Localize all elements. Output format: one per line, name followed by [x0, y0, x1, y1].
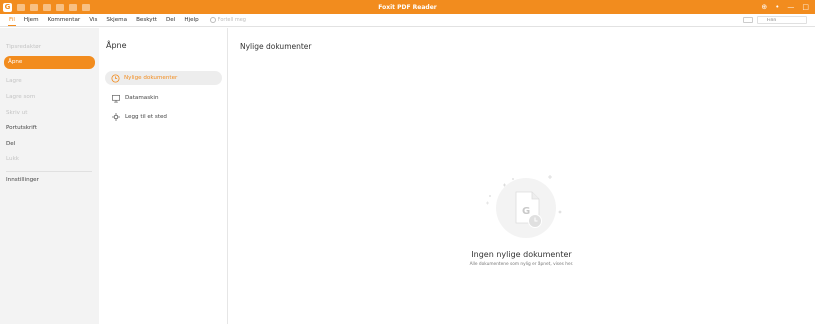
location-label: Datamaskin: [125, 95, 159, 101]
nav-item-save-as[interactable]: Lagre som: [6, 94, 35, 100]
quick-access-button[interactable]: [56, 3, 64, 11]
recent-documents-panel: Nylige dokumenter G Ingen nylige dokumen…: [228, 28, 815, 324]
quick-access-button[interactable]: [43, 3, 51, 11]
main-heading: Nylige dokumenter: [240, 42, 312, 51]
panel-heading: Åpne: [106, 41, 127, 50]
menu-kommentar[interactable]: Kommentar: [48, 14, 81, 26]
menu-bar-right: [743, 16, 807, 24]
nav-item-tips[interactable]: Tipsredaktør: [6, 44, 41, 50]
computer-icon: [112, 94, 120, 102]
menu-skjema[interactable]: Skjema: [106, 14, 127, 26]
menu-fil[interactable]: Fil: [8, 14, 16, 26]
tell-me-box[interactable]: Fortell meg: [209, 17, 246, 23]
menu-del[interactable]: Del: [166, 14, 175, 26]
add-place-icon: [112, 113, 120, 121]
display-mode-icon[interactable]: [743, 17, 753, 23]
foxit-logo-icon[interactable]: G: [3, 2, 12, 12]
quick-access-toolbar: G: [0, 2, 90, 12]
dropdown-icon[interactable]: •: [775, 0, 779, 14]
quick-access-button[interactable]: [82, 3, 90, 11]
nav-item-port-print[interactable]: Portutskrift: [6, 125, 37, 131]
nav-item-print[interactable]: Skriv ut: [6, 110, 27, 116]
search-input[interactable]: [757, 16, 807, 24]
menu-hjem[interactable]: Hjem: [24, 14, 39, 26]
location-computer[interactable]: Datamaskin: [105, 91, 222, 105]
open-locations-panel: Åpne Nylige dokumenter Datamaskin Legg t…: [99, 28, 228, 324]
maximize-button[interactable]: □: [802, 0, 809, 14]
quick-access-button[interactable]: [30, 3, 38, 11]
location-recent-documents[interactable]: Nylige dokumenter: [105, 71, 222, 85]
menu-vis[interactable]: Vis: [89, 14, 97, 26]
file-menu-nav: Tipsredaktør Åpne Lagre Lagre som Skriv …: [0, 28, 99, 324]
nav-item-open[interactable]: Åpne: [4, 56, 95, 69]
menu-hjelp[interactable]: Hjelp: [184, 14, 198, 26]
account-icon[interactable]: ⊕: [761, 0, 767, 14]
nav-item-close[interactable]: Lukk: [6, 156, 19, 162]
nav-item-save[interactable]: Lagre: [6, 78, 22, 84]
location-add-place[interactable]: Legg til et sted: [105, 110, 222, 124]
empty-documents-illustration-icon: G: [486, 175, 562, 238]
window-title: Foxit PDF Reader: [378, 3, 437, 11]
lightbulb-icon: [209, 17, 216, 23]
location-label: Legg til et sted: [125, 114, 167, 120]
nav-separator: [6, 171, 92, 172]
nav-item-share[interactable]: Del: [6, 141, 15, 147]
quick-access-button[interactable]: [17, 3, 25, 11]
location-label: Nylige dokumenter: [124, 75, 178, 81]
window-controls: ⊕ • — □: [761, 0, 809, 14]
minimize-button[interactable]: —: [787, 0, 794, 14]
svg-text:G: G: [522, 206, 530, 217]
empty-state-subtitle: Alle dokumentene som nylig er åpnet, vis…: [469, 262, 574, 267]
quick-access-button[interactable]: [69, 3, 77, 11]
title-bar: G Foxit PDF Reader ⊕ • — □: [0, 0, 815, 14]
menu-beskytt[interactable]: Beskytt: [136, 14, 157, 26]
tell-me-label: Fortell meg: [217, 17, 246, 23]
empty-state-title: Ingen nylige dokumenter: [471, 250, 572, 259]
menu-bar: Fil Hjem Kommentar Vis Skjema Beskytt De…: [0, 14, 815, 27]
clock-icon: [111, 73, 120, 83]
nav-item-settings[interactable]: Innstillinger: [6, 177, 39, 183]
